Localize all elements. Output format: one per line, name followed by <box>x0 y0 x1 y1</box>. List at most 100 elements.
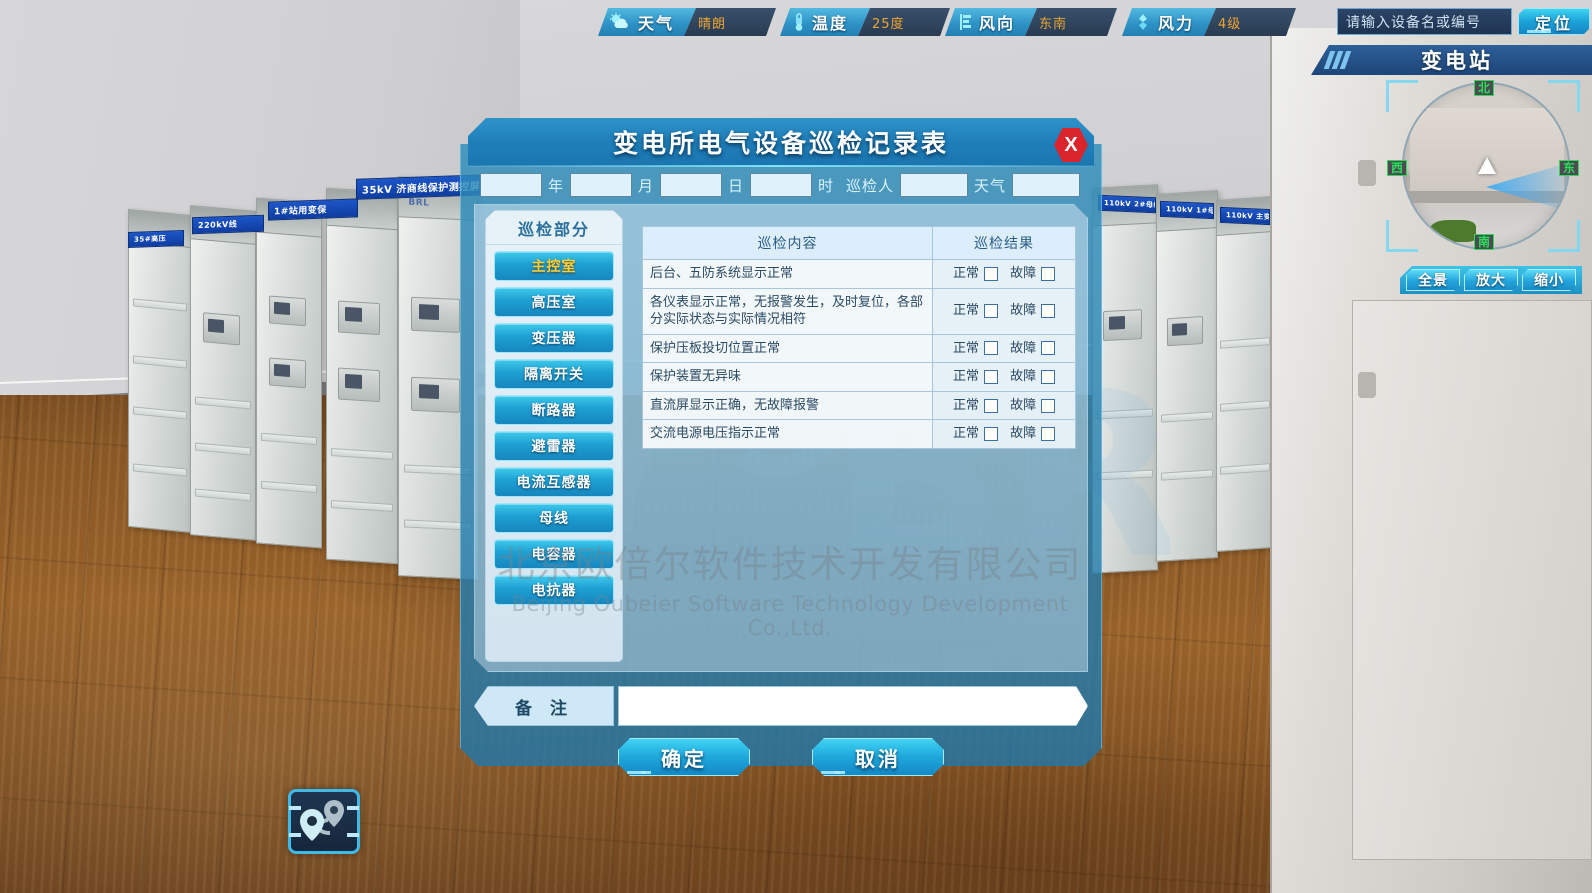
status-chip-wind-force-value: 4级 <box>1218 16 1242 32</box>
status-chip-wind-direction-left: 风向 <box>945 8 1037 36</box>
minimap-corner-bl <box>1386 220 1418 252</box>
result-normal-label: 正常 <box>952 397 979 413</box>
inspector-input[interactable] <box>900 173 968 197</box>
fault-checkbox[interactable] <box>1041 266 1056 281</box>
table-header-row: 巡检内容 巡检结果 <box>641 226 1076 260</box>
result-fault-group: 故障 <box>1010 425 1056 443</box>
search-input[interactable]: 请输入设备名或编号 <box>1337 8 1512 35</box>
inspection-datetime-row: 年 月 日 时 巡检人 天气 <box>480 170 1080 200</box>
sidebar-item-lightning-arrester[interactable]: 避雷器 <box>494 431 614 461</box>
inspection-result-cell: 正常 故障 <box>932 259 1076 289</box>
confirm-button[interactable]: 确定 <box>618 738 750 776</box>
compass-west-label: 西 <box>1387 160 1408 176</box>
sidebar-item-list: 主控室 高压室 变压器 隔离开关 断路器 避雷器 电流互感器 母线 电容器 电抗… <box>486 245 622 611</box>
result-normal-group: 正常 <box>953 302 998 320</box>
normal-checkbox[interactable] <box>983 304 998 319</box>
compass-south-label: 南 <box>1474 234 1495 250</box>
sidebar-header: 巡检部分 <box>486 211 622 245</box>
minimap-player-arrow-icon <box>1478 157 1496 174</box>
result-normal-label: 正常 <box>952 303 979 319</box>
scene-right-equipment-panel <box>1352 300 1592 860</box>
fault-checkbox[interactable] <box>1041 427 1056 442</box>
inspection-table-wrap: 巡检内容 巡检结果 后台、五防系统显示正常 正常 故障 各仪表显示正常，无报警发… <box>641 226 1076 449</box>
status-chip-wind-force: 风力 4级 <box>1122 8 1296 36</box>
result-fault-group: 故障 <box>1010 368 1056 386</box>
panorama-button-label: 全景 <box>1418 273 1448 289</box>
close-icon-label: X <box>1064 133 1078 156</box>
sidebar-item-busbar[interactable]: 母线 <box>494 503 614 533</box>
remark-input[interactable] <box>618 686 1088 726</box>
month-input[interactable] <box>570 173 632 197</box>
sidebar-item-transformer[interactable]: 变压器 <box>494 323 614 353</box>
scene-cabinet-sign: 110kV 1#母线 <box>1160 200 1214 220</box>
panorama-button[interactable]: 全景 <box>1406 269 1460 291</box>
table-row: 直流屏显示正确，无故障报警 正常 故障 <box>641 390 1076 421</box>
year-input[interactable] <box>480 173 542 197</box>
inspection-record-dialog: 变电所电气设备巡检记录表 X 年 月 日 时 巡检人 天气 巡检部分 主控室 高… <box>460 118 1102 766</box>
result-normal-group: 正常 <box>953 265 998 283</box>
fault-checkbox[interactable] <box>1041 369 1056 384</box>
result-fault-label: 故障 <box>1010 340 1037 356</box>
result-normal-label: 正常 <box>952 369 979 385</box>
normal-checkbox[interactable] <box>983 427 998 442</box>
minimap-grass-area <box>1430 220 1476 242</box>
minimap[interactable]: 北 南 西 东 <box>1386 80 1580 252</box>
fault-checkbox[interactable] <box>1041 341 1056 356</box>
dialog-header-underline <box>468 165 1094 167</box>
scene-cabinet <box>1216 195 1274 553</box>
sidebar-item-label: 隔离开关 <box>524 367 584 383</box>
status-chip-weather-left: 天气 <box>598 8 696 36</box>
fault-checkbox[interactable] <box>1041 304 1056 319</box>
status-chip-weather-label: 天气 <box>638 14 675 33</box>
page-title: 变电所电气设备巡检记录表 <box>612 129 949 158</box>
normal-checkbox[interactable] <box>983 266 998 281</box>
result-normal-group: 正常 <box>953 368 998 386</box>
status-chip-temperature: 温度 25度 <box>780 8 950 36</box>
scene-cabinet-sign: 1#站用变保 <box>268 198 358 221</box>
normal-checkbox[interactable] <box>983 341 998 356</box>
map-navigation-button[interactable] <box>288 789 360 854</box>
minimap-viewport[interactable] <box>1402 82 1570 250</box>
status-chip-temperature-value: 25度 <box>872 16 905 32</box>
thermometer-icon <box>792 12 806 32</box>
inspection-content-cell: 后台、五防系统显示正常 <box>641 259 934 289</box>
zoom-in-button[interactable]: 放大 <box>1464 269 1518 291</box>
normal-checkbox[interactable] <box>983 398 998 413</box>
cancel-button[interactable]: 取消 <box>812 738 944 776</box>
locate-button[interactable]: 定位 <box>1518 8 1590 35</box>
result-fault-label: 故障 <box>1010 303 1037 319</box>
weather-input[interactable] <box>1012 173 1080 197</box>
device-search-row: 请输入设备名或编号 定位 <box>1337 8 1590 35</box>
sidebar-item-isolating-switch[interactable]: 隔离开关 <box>494 359 614 389</box>
status-chip-wind-force-right: 4级 <box>1204 8 1296 36</box>
status-chip-wind-force-label: 风力 <box>1158 14 1195 33</box>
remark-label: 备 注 <box>474 686 614 726</box>
normal-checkbox[interactable] <box>983 369 998 384</box>
status-chip-weather-right: 晴朗 <box>684 8 776 36</box>
app-root: BRL BRL BRL 35kV 济商线保护测控屏 1#站用变保 22 <box>0 0 1592 893</box>
sidebar-item-capacitor[interactable]: 电容器 <box>494 539 614 569</box>
sidebar-item-main-control-room[interactable]: 主控室 <box>494 251 614 281</box>
scene-cabinet-sign: 110kV 主变 <box>1220 206 1270 226</box>
day-input[interactable] <box>660 173 722 197</box>
zoom-out-button[interactable]: 缩小 <box>1522 269 1576 291</box>
sidebar-item-reactor[interactable]: 电抗器 <box>494 575 614 605</box>
inspection-content-cell: 保护压板投切位置正常 <box>641 333 934 364</box>
status-chip-wind-force-left: 风力 <box>1122 8 1216 36</box>
dialog-header: 变电所电气设备巡检记录表 <box>468 118 1094 166</box>
sidebar-item-high-voltage-room[interactable]: 高压室 <box>494 287 614 317</box>
hour-input[interactable] <box>750 173 812 197</box>
map-pin-icon <box>300 800 344 841</box>
sidebar-item-circuit-breaker[interactable]: 断路器 <box>494 395 614 425</box>
table-row: 各仪表显示正常，无报警发生，及时复位，各部分实际状态与实际情况相符 正常 故障 <box>641 287 1076 335</box>
sidebar-item-current-transformer[interactable]: 电流互感器 <box>494 467 614 497</box>
result-fault-group: 故障 <box>1010 265 1056 283</box>
result-fault-label: 故障 <box>1010 266 1037 281</box>
minimap-button-group: 全景 放大 缩小 <box>1400 266 1582 294</box>
dialog-footer: 确定 取消 <box>460 738 1102 776</box>
cancel-button-label: 取消 <box>855 746 901 771</box>
column-header-result: 巡检结果 <box>932 226 1076 260</box>
result-fault-label: 故障 <box>1010 426 1037 442</box>
fault-checkbox[interactable] <box>1041 398 1056 413</box>
inspection-table: 巡检内容 巡检结果 后台、五防系统显示正常 正常 故障 各仪表显示正常，无报警发… <box>641 226 1076 449</box>
